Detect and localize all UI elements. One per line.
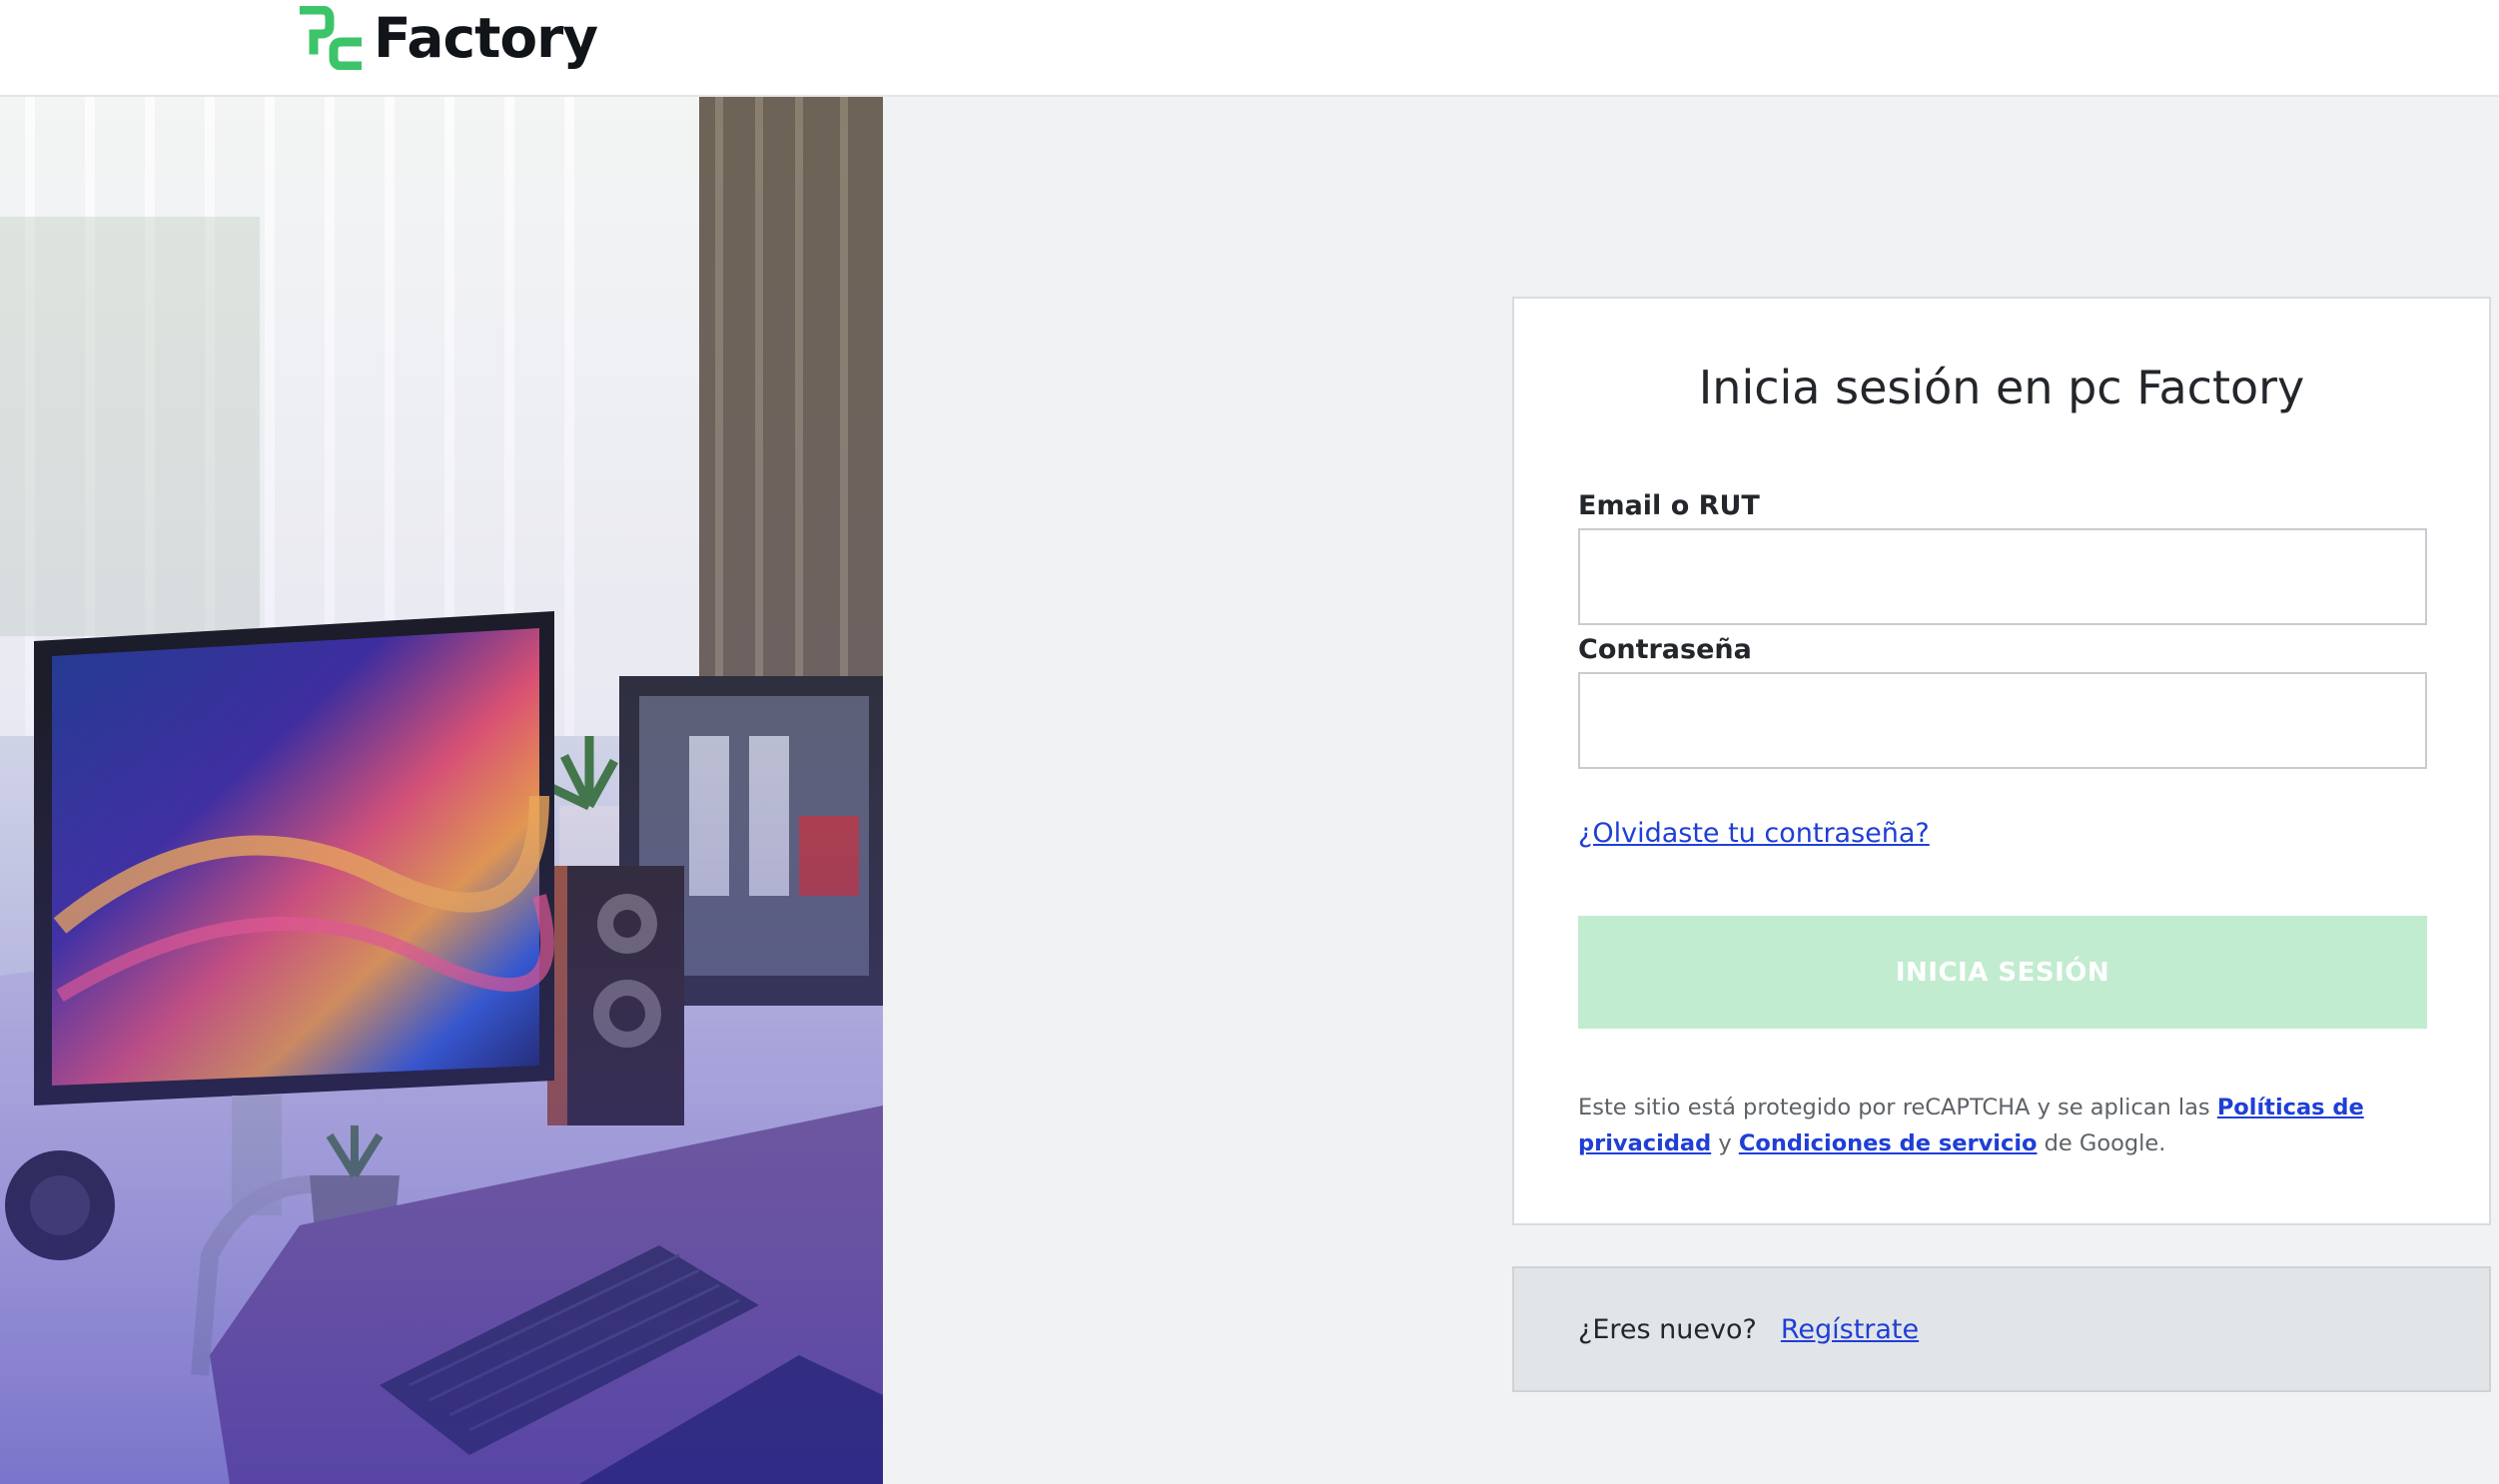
recaptcha-text-suffix: de Google. <box>2037 1130 2166 1156</box>
logo-wordmark: Factory <box>374 5 598 70</box>
recaptcha-notice: Este sitio está protegido por reCAPTCHA … <box>1578 1090 2437 1161</box>
password-input[interactable] <box>1578 672 2427 769</box>
terms-of-service-link[interactable]: Condiciones de servicio <box>1739 1130 2038 1156</box>
recaptcha-text-prefix: Este sitio está protegido por reCAPTCHA … <box>1578 1095 2217 1120</box>
pc-logo-mark-icon <box>300 6 362 70</box>
forgot-password-link[interactable]: ¿Olvidaste tu contraseña? <box>1578 818 1930 849</box>
login-title: Inicia sesión en pc Factory <box>1698 361 2305 414</box>
hero-image <box>0 97 883 1484</box>
desk-setup-photo <box>0 97 883 1484</box>
email-input[interactable] <box>1578 528 2427 625</box>
login-card: Inicia sesión en pc Factory Email o RUT … <box>1512 297 2491 1225</box>
register-box: ¿Eres nuevo? Regístrate <box>1512 1266 2491 1392</box>
top-header: Factory <box>0 0 2499 97</box>
register-link[interactable]: Regístrate <box>1781 1314 1919 1345</box>
pcfactory-logo[interactable]: Factory <box>300 4 598 72</box>
login-submit-button[interactable]: INICIA SESIÓN <box>1578 916 2427 1029</box>
recaptcha-text-middle: y <box>1711 1130 1739 1156</box>
password-label: Contraseña <box>1578 634 1752 665</box>
register-question: ¿Eres nuevo? <box>1578 1313 1757 1345</box>
email-label: Email o RUT <box>1578 490 1760 521</box>
